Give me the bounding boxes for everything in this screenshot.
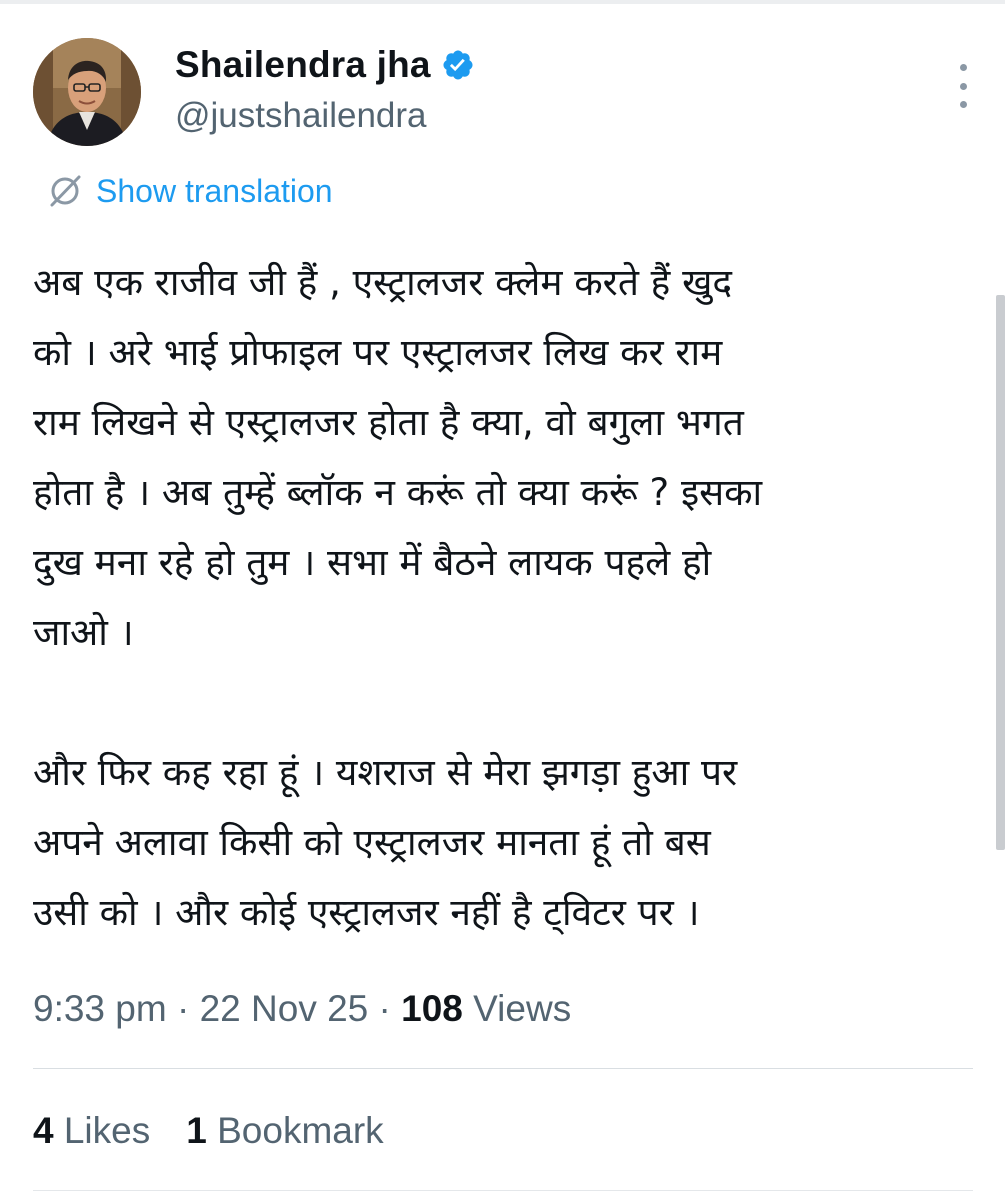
likes-label: Likes (63, 1110, 151, 1151)
verified-badge-icon[interactable] (441, 48, 475, 82)
engagement-stats: 4 Likes 1 Bookmark (33, 1110, 384, 1152)
name-row: Shailendra jha (175, 44, 475, 86)
likes-count: 4 (33, 1110, 54, 1151)
tweet-line: दुख मना रहे हो तुम । सभा में बैठने लायक … (33, 541, 712, 584)
views-label: Views (473, 988, 572, 1029)
scrollbar[interactable] (996, 295, 1005, 850)
more-options-button[interactable] (953, 64, 973, 108)
user-handle[interactable]: @justshailendra (175, 96, 427, 136)
bookmarks-label: Bookmark (217, 1110, 384, 1151)
tweet-meta: 9:33 pm · 22 Nov 25 · 108 Views (33, 988, 571, 1030)
display-name[interactable]: Shailendra jha (175, 44, 431, 86)
show-translation-label: Show translation (96, 172, 333, 209)
show-translation-link[interactable]: Show translation (46, 172, 333, 210)
divider (33, 1068, 973, 1069)
tweet-text: अब एक राजीव जी हैं , एस्ट्रालजर क्लेम कर… (33, 248, 963, 948)
tweet-line: और फिर कह रहा हूं । यशराज से मेरा झगड़ा … (33, 751, 738, 794)
tweet-header: Shailendra jha @justshailendra (33, 38, 973, 150)
tweet-line: अब एक राजीव जी हैं , एस्ट्रालजर क्लेम कर… (33, 261, 732, 304)
tweet-date[interactable]: 22 Nov 25 (200, 988, 369, 1029)
bottom-divider (33, 1190, 973, 1191)
tweet-line: जाओ । (33, 611, 134, 654)
tweet-line: उसी को । और कोई एस्ट्रालजर नहीं है ट्विट… (33, 891, 700, 934)
likes-stat[interactable]: 4 Likes (33, 1110, 150, 1152)
bookmarks-count: 1 (186, 1110, 207, 1151)
meta-separator: · (378, 988, 391, 1029)
bookmarks-stat[interactable]: 1 Bookmark (186, 1110, 383, 1152)
tweet-line: को । अरे भाई प्रोफाइल पर एस्ट्रालजर लिख … (33, 331, 723, 374)
meta-separator: · (176, 988, 190, 1029)
globe-slash-icon (46, 172, 84, 210)
tweet-time[interactable]: 9:33 pm (33, 988, 167, 1029)
avatar[interactable] (33, 38, 141, 146)
vertical-ellipsis-icon (959, 64, 967, 71)
tweet-line: होता है । अब तुम्हें ब्लॉक न करूं तो क्य… (33, 471, 763, 514)
tweet-line: राम लिखने से एस्ट्रालजर होता है क्या, वो… (33, 401, 744, 444)
top-divider (0, 0, 1005, 4)
tweet-line: अपने अलावा किसी को एस्ट्रालजर मानता हूं … (33, 821, 711, 864)
views-count: 108 (401, 988, 463, 1029)
